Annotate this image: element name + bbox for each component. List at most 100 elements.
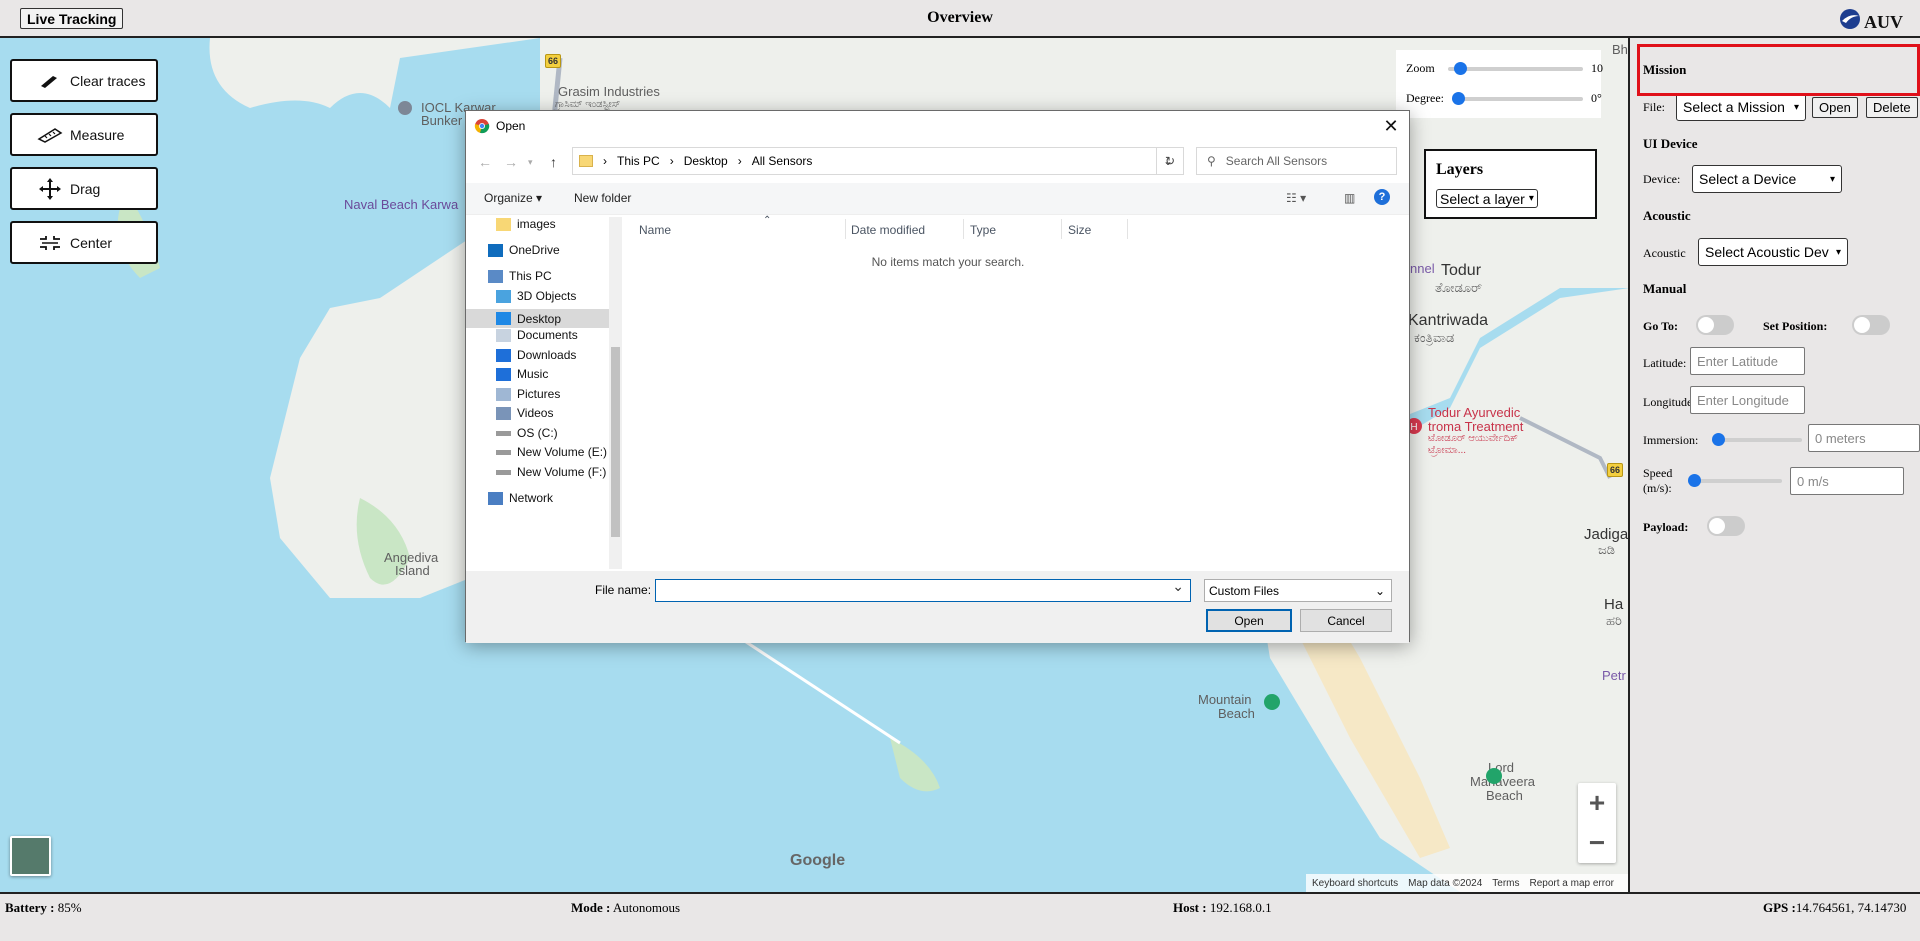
degree-slider-thumb[interactable]	[1452, 91, 1465, 105]
clear-traces-button[interactable]: Clear traces	[10, 59, 158, 102]
forward-arrow-icon[interactable]: →	[504, 154, 518, 170]
nav-item[interactable]: 3D Objects	[496, 289, 576, 303]
drive-icon	[496, 430, 511, 436]
acoustic-select[interactable]: Select Acoustic Dev ▾	[1698, 238, 1848, 266]
zoom-slider[interactable]	[1448, 61, 1583, 75]
nav-item[interactable]: images	[496, 217, 556, 231]
nav-item[interactable]: Downloads	[496, 348, 576, 362]
address-bar[interactable]: › This PC › Desktop › All Sensors ⌄	[572, 147, 1184, 175]
nav-item[interactable]: Desktop	[466, 309, 609, 328]
cancel-button[interactable]: Cancel	[1300, 609, 1392, 632]
chevron-down-icon: ▾	[1829, 173, 1835, 185]
map-attribution: Keyboard shortcuts Map data ©2024 Terms …	[1306, 874, 1628, 892]
column-divider[interactable]	[963, 219, 964, 239]
move-icon	[30, 177, 70, 201]
nav-item[interactable]: Network	[488, 491, 553, 505]
speed-slider-thumb[interactable]	[1688, 474, 1701, 487]
layer-select[interactable]: Select a layer ▾	[1436, 189, 1538, 208]
column-divider[interactable]	[845, 219, 846, 239]
back-arrow-icon[interactable]: ←	[478, 154, 492, 170]
nav-item-label: This PC	[509, 269, 552, 283]
immersion-slider[interactable]	[1712, 433, 1802, 446]
refresh-icon[interactable]: ↻	[1156, 147, 1184, 175]
longitude-input[interactable]: Enter Longitude	[1690, 386, 1805, 414]
drag-button[interactable]: Drag	[10, 167, 158, 210]
mission-select[interactable]: Select a Mission ▾	[1676, 93, 1806, 121]
nav-item[interactable]: New Volume (E:)	[496, 445, 607, 459]
zoom-in-button[interactable]: +	[1578, 783, 1616, 823]
map-type-toggle[interactable]	[10, 836, 51, 876]
up-arrow-icon[interactable]: ↑	[550, 154, 557, 170]
zoom-out-button[interactable]: −	[1578, 823, 1616, 863]
control-panel: Mission File: Select a Mission ▾ Open De…	[1628, 38, 1920, 892]
nav-item-label: Videos	[517, 406, 554, 420]
scrollbar-thumb[interactable]	[611, 347, 620, 537]
set-position-toggle[interactable]	[1852, 315, 1890, 335]
nav-item[interactable]: Videos	[496, 406, 553, 420]
report-error-link[interactable]: Report a map error	[1530, 878, 1614, 889]
column-divider[interactable]	[1061, 219, 1062, 239]
speed-input[interactable]: 0 m/s	[1790, 467, 1904, 495]
layer-select-value: Select a layer	[1440, 190, 1525, 207]
acoustic-label: Acoustic	[1643, 246, 1686, 260]
preview-pane-icon[interactable]: ▥	[1344, 191, 1355, 205]
nav-item[interactable]: This PC	[488, 269, 552, 283]
dialog-title-bar[interactable]: Open	[466, 111, 1409, 141]
navigation-scrollbar[interactable]	[609, 217, 622, 569]
zoom-slider-thumb[interactable]	[1454, 61, 1468, 75]
mode-status: Mode : Autonomous	[571, 900, 680, 916]
column-divider[interactable]	[1127, 219, 1128, 239]
breadcrumb-desktop[interactable]: Desktop	[684, 154, 728, 168]
highway-badge: 66	[1607, 463, 1623, 477]
delete-mission-button[interactable]: Delete	[1866, 97, 1918, 118]
goto-toggle[interactable]	[1696, 315, 1734, 335]
immersion-slider-thumb[interactable]	[1712, 433, 1725, 446]
nav-item[interactable]: Pictures	[496, 387, 560, 401]
status-bar: Battery : 85% Mode : Autonomous Host : 1…	[0, 892, 1920, 941]
open-mission-button[interactable]: Open	[1812, 97, 1858, 118]
cloud-icon	[488, 243, 503, 257]
device-select[interactable]: Select a Device ▾	[1692, 165, 1842, 193]
file-type-select[interactable]: Custom Files ⌄	[1204, 579, 1392, 602]
column-date-modified[interactable]: Date modified	[851, 223, 925, 237]
address-row: ← → ▾ ↑ › This PC › Desktop › All Sensor…	[466, 147, 1409, 177]
file-name-input[interactable]	[655, 578, 1191, 602]
tool-label: Measure	[70, 126, 125, 143]
nav-item[interactable]: Music	[496, 367, 548, 381]
organize-menu[interactable]: Organize ▾	[484, 191, 542, 205]
nav-item[interactable]: Documents	[496, 328, 578, 342]
nav-item[interactable]: New Volume (F:)	[496, 465, 606, 479]
gps-label: GPS :	[1763, 900, 1796, 915]
column-size[interactable]: Size	[1068, 223, 1091, 237]
speed-slider[interactable]	[1688, 474, 1782, 487]
immersion-input[interactable]: 0 meters	[1808, 424, 1920, 452]
payload-toggle[interactable]	[1707, 516, 1745, 536]
degree-slider[interactable]	[1452, 91, 1583, 105]
host-label: Host :	[1173, 900, 1207, 915]
help-icon[interactable]: ?	[1374, 189, 1390, 205]
highway-badge: 66	[545, 54, 561, 68]
file-type-value: Custom Files	[1209, 583, 1280, 598]
nav-item[interactable]: OneDrive	[488, 243, 560, 257]
terms-link[interactable]: Terms	[1492, 878, 1519, 889]
center-icon	[30, 235, 70, 251]
close-icon[interactable]: ✕	[1379, 114, 1403, 138]
column-name[interactable]: Name	[639, 223, 671, 237]
open-button[interactable]: Open	[1206, 609, 1292, 632]
gps-value: 14.764561, 74.14730	[1795, 900, 1907, 915]
nav-item[interactable]: OS (C:)	[496, 426, 558, 440]
latitude-input[interactable]: Enter Latitude	[1690, 347, 1805, 375]
keyboard-shortcuts-link[interactable]: Keyboard shortcuts	[1312, 878, 1398, 889]
recent-chevron-icon[interactable]: ▾	[528, 157, 533, 168]
view-options-icon[interactable]: ☷ ▾	[1286, 191, 1306, 205]
music-icon	[496, 367, 511, 381]
drive-icon	[496, 469, 511, 475]
new-folder-button[interactable]: New folder	[574, 191, 631, 205]
column-type[interactable]: Type	[970, 223, 996, 237]
breadcrumb-this-pc[interactable]: This PC	[617, 154, 660, 168]
center-button[interactable]: Center	[10, 221, 158, 264]
measure-button[interactable]: Measure	[10, 113, 158, 156]
breadcrumb-all-sensors[interactable]: All Sensors	[752, 154, 813, 168]
map-label: ಗ್ರಾಸಿಮ್ ಇಂಡಸ್ಟ್ರೀಸ್	[555, 99, 621, 110]
search-box[interactable]: ⚲ Search All Sensors	[1196, 147, 1397, 175]
